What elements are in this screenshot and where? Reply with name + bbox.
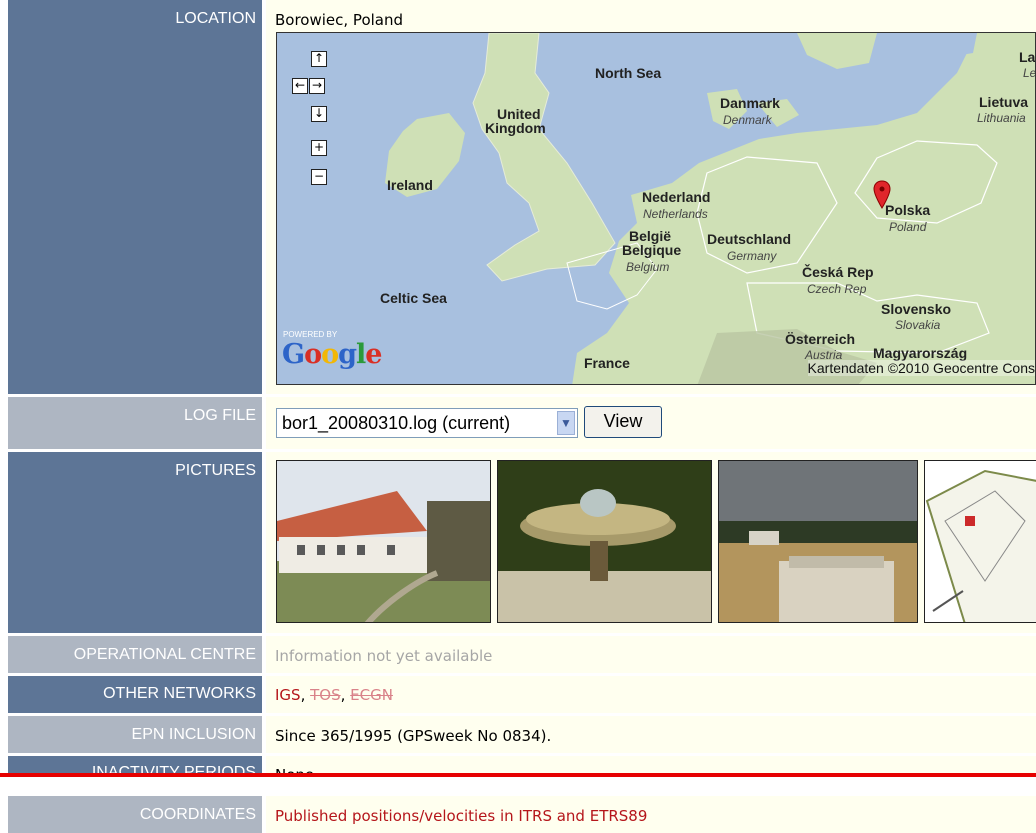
picture-field xyxy=(719,461,917,622)
google-logo[interactable]: Google xyxy=(282,339,382,370)
chevron-down-icon[interactable]: ▼ xyxy=(557,411,575,435)
log-file-select-value: bor1_20080310.log (current) xyxy=(282,413,511,433)
map-label-poland: Poland xyxy=(889,220,927,234)
map-label-czech: Czech Rep xyxy=(807,282,867,296)
map-label-nederland: Nederland xyxy=(642,189,711,205)
map-label-slovakia: Slovakia xyxy=(895,318,941,332)
map-location-marker-icon[interactable] xyxy=(873,180,891,210)
other-networks-value-cell: IGS, TOS, ECGN xyxy=(266,676,1036,713)
epn-inclusion-value: Since 365/1995 (GPSweek No 0834). xyxy=(275,727,552,745)
map-label-osterreich: Österreich xyxy=(785,331,856,347)
operational-centre-row: OPERATIONAL CENTRE Information not yet a… xyxy=(0,636,1036,673)
row-gap xyxy=(0,777,1036,796)
map-label-polska: Polska xyxy=(885,202,931,218)
coordinates-value-cell: Published positions/velocities in ITRS a… xyxy=(266,796,1036,833)
log-file-label: LOG FILE xyxy=(8,397,262,449)
map-label-slovensko: Slovensko xyxy=(881,301,952,317)
view-button[interactable]: View xyxy=(584,406,662,438)
epn-inclusion-label: EPN INCLUSION xyxy=(8,716,262,753)
map-label-netherlands: Netherlands xyxy=(643,207,708,221)
map-pan-left-button[interactable]: ← xyxy=(292,78,308,94)
station-picture-2[interactable] xyxy=(497,460,712,623)
map-zoom-in-button[interactable]: + xyxy=(311,140,327,156)
map-pan-down-button[interactable]: ↓ xyxy=(311,106,327,122)
map-zoom-out-button[interactable]: − xyxy=(311,169,327,185)
red-annotation-line xyxy=(0,773,1036,777)
station-picture-4[interactable] xyxy=(924,460,1036,623)
coordinates-link[interactable]: Published positions/velocities in ITRS a… xyxy=(275,807,647,825)
other-networks-separator-2: , xyxy=(340,686,351,704)
other-networks-separator-1: , xyxy=(300,686,311,704)
station-picture-3[interactable] xyxy=(718,460,918,623)
map-label-celtic-sea: Celtic Sea xyxy=(380,290,447,306)
other-networks-row: OTHER NETWORKS IGS, TOS, ECGN xyxy=(0,676,1036,713)
map-label-deutschland: Deutschland xyxy=(707,231,792,247)
epn-inclusion-row: EPN INCLUSION Since 365/1995 (GPSweek No… xyxy=(0,716,1036,753)
coordinates-label: COORDINATES xyxy=(8,796,262,833)
tos-network: TOS xyxy=(310,686,341,704)
map-label-le: Le xyxy=(1023,66,1036,80)
map-label-north-sea: North Sea xyxy=(595,65,662,81)
pictures-label: PICTURES xyxy=(8,452,262,633)
map-label-lietuva: Lietuva xyxy=(979,94,1029,110)
map-label-belgium: Belgium xyxy=(626,260,670,274)
location-value: Borowiec, Poland xyxy=(275,11,404,29)
epn-inclusion-value-cell: Since 365/1995 (GPSweek No 0834). xyxy=(266,716,1036,753)
coordinates-row: COORDINATES Published positions/velociti… xyxy=(0,796,1036,833)
picture-house xyxy=(277,461,490,622)
map-copyright: Kartendaten ©2010 Geocentre Cons xyxy=(807,360,1035,376)
location-map[interactable]: ↑ ← → ↓ + − North Sea United Kingdom Ire… xyxy=(276,32,1036,385)
map-label-lithuania: Lithuania xyxy=(977,111,1026,125)
operational-centre-value-cell: Information not yet available xyxy=(266,636,1036,673)
igs-link[interactable]: IGS xyxy=(275,686,301,704)
picture-site-plan xyxy=(925,461,1036,622)
log-file-select[interactable]: bor1_20080310.log (current) ▼ xyxy=(276,408,578,438)
map-label-germany: Germany xyxy=(727,249,777,263)
map-label-france: France xyxy=(584,355,630,371)
station-picture-1[interactable] xyxy=(276,460,491,623)
map-powered-by: POWERED BY xyxy=(283,330,338,339)
map-label-denmark: Denmark xyxy=(723,113,772,127)
other-networks-label: OTHER NETWORKS xyxy=(8,676,262,713)
map-label-belgique: Belgique xyxy=(622,242,682,258)
ecgn-network: ECGN xyxy=(350,686,393,704)
map-label-la: La xyxy=(1019,49,1036,65)
map-label-ireland: Ireland xyxy=(387,177,433,193)
location-label: LOCATION xyxy=(8,0,262,394)
map-label-uk-line2: Kingdom xyxy=(485,120,546,136)
map-label-ceska: Česká Rep xyxy=(802,264,874,280)
operational-centre-value: Information not yet available xyxy=(275,647,493,665)
picture-antenna xyxy=(498,461,711,622)
map-label-danmark: Danmark xyxy=(720,95,780,111)
other-networks-value: IGS, TOS, ECGN xyxy=(275,686,393,704)
map-label-magyarorszag: Magyarország xyxy=(873,345,968,361)
operational-centre-label: OPERATIONAL CENTRE xyxy=(8,636,262,673)
map-pan-right-button[interactable]: → xyxy=(309,78,325,94)
map-pan-up-button[interactable]: ↑ xyxy=(311,51,327,67)
